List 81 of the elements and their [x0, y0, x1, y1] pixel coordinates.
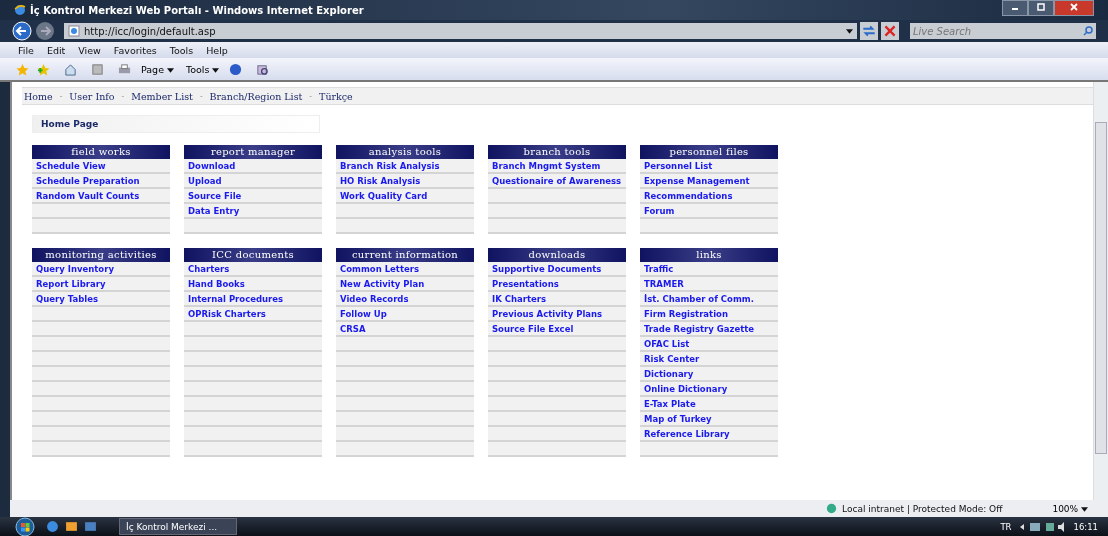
panel-link[interactable]: Data Entry	[188, 205, 240, 216]
nav-link[interactable]: User Info	[69, 90, 115, 102]
menu-item[interactable]: View	[78, 44, 101, 56]
caret-icon[interactable]	[846, 28, 853, 34]
taskbar-button[interactable]: İç Kontrol Merkezi ...	[119, 518, 237, 535]
search-icon[interactable]	[1080, 23, 1096, 39]
panel-link[interactable]: IK Charters	[492, 293, 546, 304]
breadcrumb: Home Page	[32, 115, 320, 133]
minimize-button[interactable]	[1002, 0, 1028, 16]
menu-item[interactable]: Favorites	[113, 44, 157, 56]
panel-link[interactable]: Dictionary	[644, 368, 694, 379]
scrollbar[interactable]	[1093, 82, 1108, 500]
panel-link[interactable]: Personnel List	[644, 160, 713, 171]
panel-header: links	[640, 248, 778, 262]
stop-icon[interactable]	[881, 22, 899, 40]
add-favorite-icon[interactable]	[37, 62, 50, 76]
panel-link[interactable]: Risk Center	[644, 353, 700, 364]
nav-link[interactable]: Branch/Region List	[209, 90, 303, 102]
nav-link[interactable]: Türkçe	[319, 90, 353, 102]
panel-header: field works	[32, 145, 170, 159]
panel-header: branch tools	[488, 145, 626, 159]
panel-link[interactable]: TRAMER	[644, 278, 684, 289]
back-icon[interactable]	[12, 21, 32, 41]
panel-link[interactable]: Hand Books	[188, 278, 245, 289]
separator: -	[59, 91, 63, 101]
caret-icon	[212, 67, 220, 73]
panel-link[interactable]: Forum	[644, 205, 675, 216]
clock: 16:11	[1073, 521, 1098, 532]
command-button[interactable]: Page	[139, 63, 177, 75]
menu-item[interactable]: Tools	[169, 44, 194, 56]
panel-link[interactable]: Source File	[188, 190, 242, 201]
panel-header: downloads	[488, 248, 626, 262]
language-indicator[interactable]: TR	[1000, 521, 1012, 532]
panel-header: analysis tools	[336, 145, 474, 159]
window-title: İç Kontrol Merkezi Web Portalı - Windows Internet Explorer	[30, 4, 364, 16]
maximize-button[interactable]	[1028, 0, 1054, 16]
home-icon[interactable]	[64, 62, 77, 76]
panel-header: monitoring activities	[32, 248, 170, 262]
panel-link[interactable]: Download	[188, 160, 236, 171]
panel-link[interactable]: E-Tax Plate	[644, 398, 696, 409]
command-button[interactable]: Tools	[184, 63, 222, 75]
separator: -	[121, 91, 125, 101]
star-icon[interactable]	[16, 62, 29, 76]
caret-icon	[1081, 506, 1088, 512]
close-icon	[1069, 3, 1079, 11]
forward-icon[interactable]	[35, 21, 55, 41]
menu-item[interactable]: File	[18, 44, 34, 56]
address-field[interactable]: http://icc/login/default.asp	[64, 23, 857, 39]
separator: -	[309, 91, 313, 101]
zone-text: Local intranet | Protected Mode: Off	[842, 503, 1003, 514]
menu-item[interactable]: Edit	[46, 44, 66, 56]
desktop-icon[interactable]	[84, 520, 97, 533]
nav-link[interactable]: Home	[24, 90, 53, 102]
panel-link[interactable]: Video Records	[340, 293, 409, 304]
panel-link[interactable]: Follow Up	[340, 308, 387, 319]
panel-link[interactable]: Charters	[188, 263, 230, 274]
separator: -	[199, 91, 203, 101]
panel-link[interactable]: Upload	[188, 175, 222, 186]
refresh-icon[interactable]	[860, 22, 878, 40]
panel-header: personnel files	[640, 145, 778, 159]
panel-link[interactable]: Query Tables	[36, 293, 98, 304]
page-icon	[68, 25, 80, 37]
search-field[interactable]: Live Search	[910, 23, 1080, 39]
zoom-button[interactable]: 100%	[1046, 502, 1094, 515]
panel-header: ICC documents	[184, 248, 322, 262]
mail-icon[interactable]	[65, 520, 78, 533]
panel-header: current information	[336, 248, 474, 262]
caret-icon	[167, 67, 175, 73]
print-icon[interactable]	[118, 62, 131, 76]
maximize-icon	[1036, 3, 1046, 11]
research-icon[interactable]	[256, 62, 270, 76]
close-button[interactable]	[1054, 0, 1094, 16]
panel-link[interactable]: CRSA	[340, 323, 366, 334]
panel-link[interactable]: Report Library	[36, 278, 106, 289]
panel-header: report manager	[184, 145, 322, 159]
menu-item[interactable]: Help	[206, 44, 228, 56]
panel-link[interactable]: Traffic	[644, 263, 674, 274]
panel-link[interactable]: Map of Turkey	[644, 413, 712, 424]
nav-link[interactable]: Member List	[131, 90, 193, 102]
panel-link[interactable]: Presentations	[492, 278, 559, 289]
panel-link[interactable]: OFAC List	[644, 338, 690, 349]
